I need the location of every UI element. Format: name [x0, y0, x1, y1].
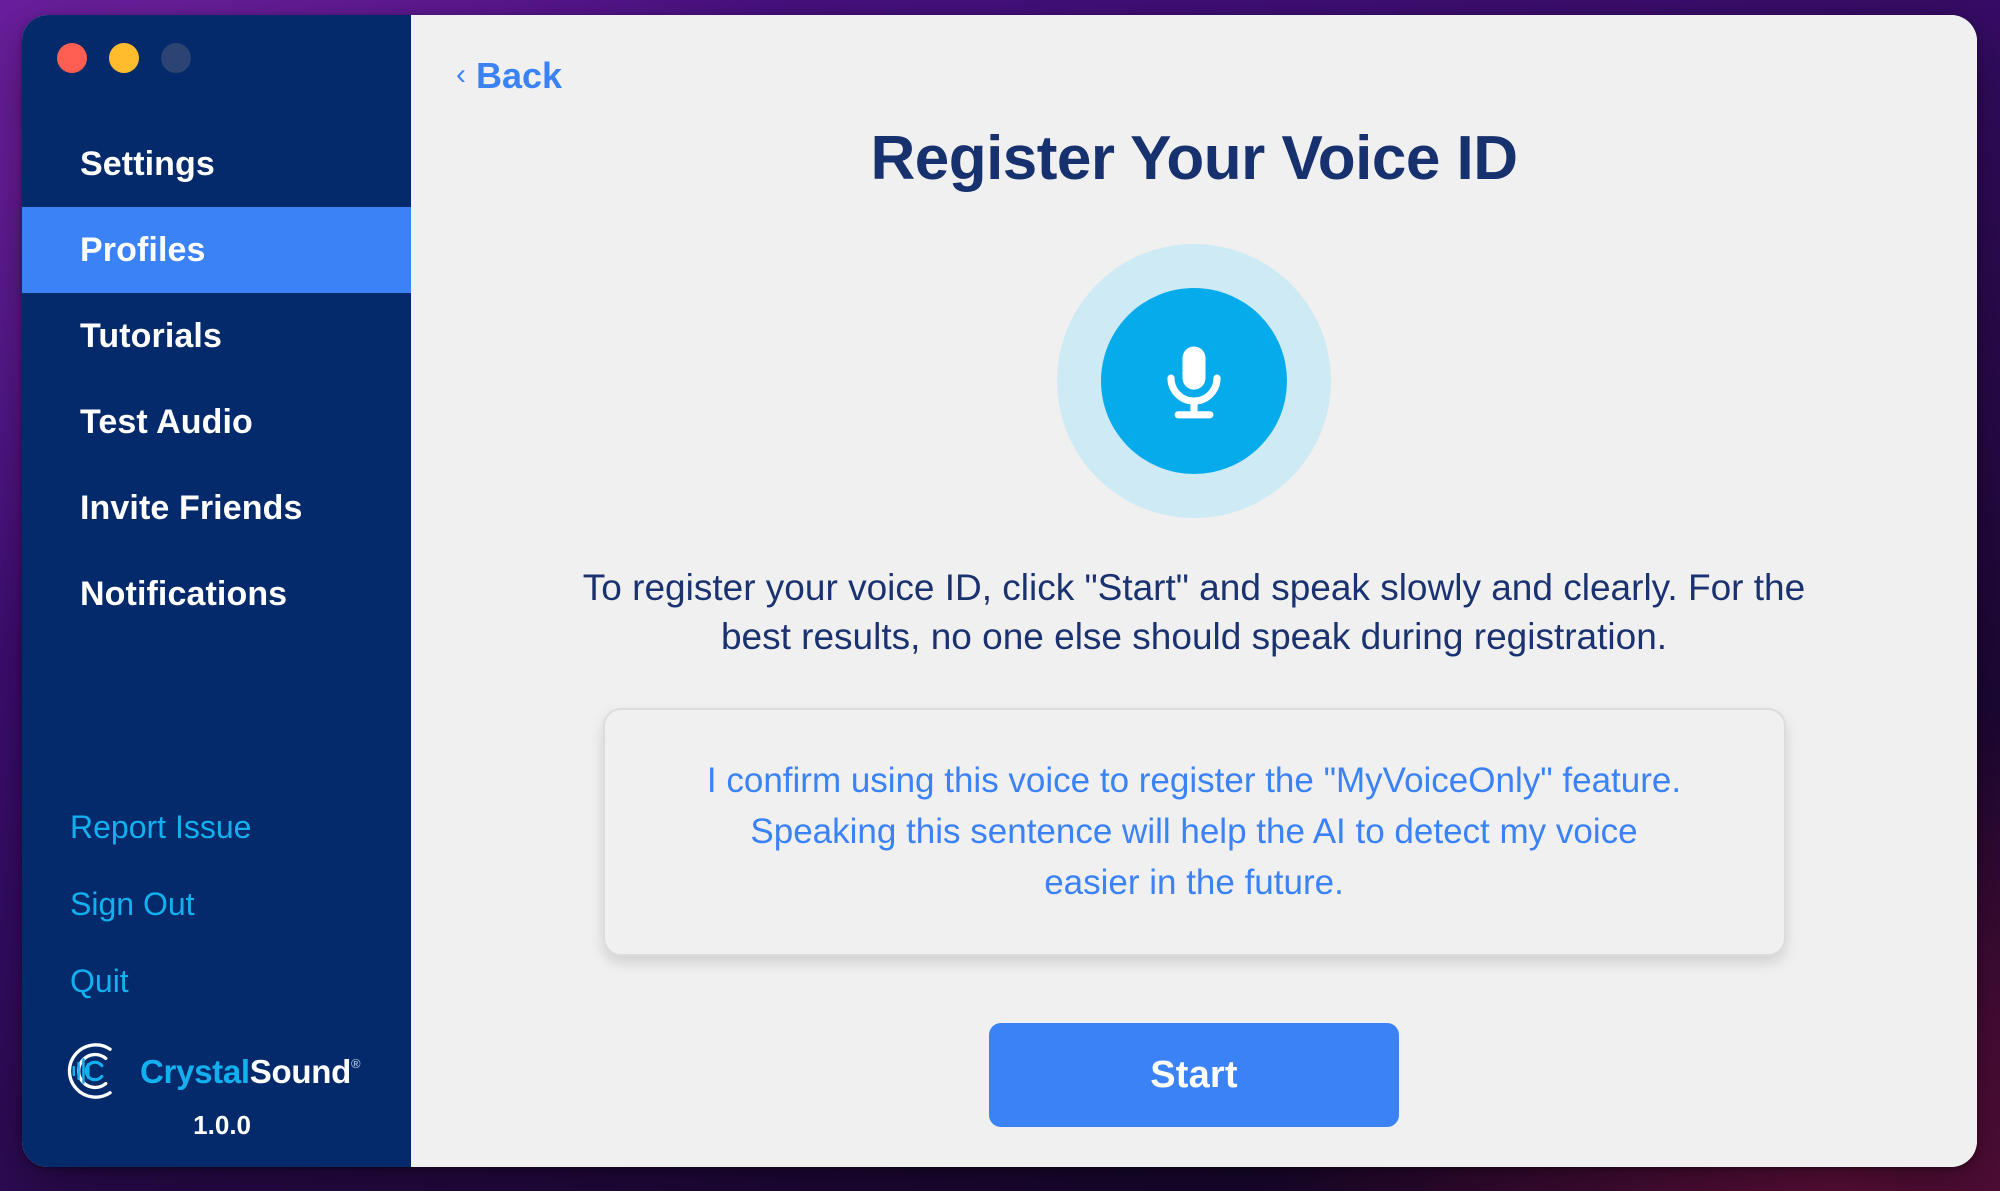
sidebar-item-tutorials[interactable]: Tutorials — [22, 293, 411, 379]
sidebar-link-label: Sign Out — [70, 886, 195, 922]
brand-row: Crystal Sound ® — [66, 1040, 411, 1102]
sidebar-nav: Settings Profiles Tutorials Test Audio I… — [22, 121, 411, 637]
soundwave-circle-icon — [66, 1040, 128, 1102]
instructions-text: To register your voice ID, click "Start"… — [582, 567, 1806, 658]
brand-name-crystal: Crystal — [140, 1052, 250, 1090]
sidebar-item-label: Settings — [80, 144, 215, 183]
sidebar-item-profiles[interactable]: Profiles — [22, 207, 411, 293]
sidebar-item-settings[interactable]: Settings — [22, 121, 411, 207]
back-button-label: Back — [476, 55, 563, 96]
confirmation-sentence-box: I confirm using this voice to register t… — [602, 708, 1786, 957]
sidebar-item-label: Invite Friends — [80, 488, 303, 527]
window-controls — [22, 15, 411, 73]
close-window-button[interactable] — [57, 43, 87, 73]
microphone-badge — [1057, 244, 1331, 518]
registered-trademark-icon: ® — [350, 1055, 361, 1071]
sidebar-link-sign-out[interactable]: Sign Out — [22, 866, 411, 943]
brand-name-sound: Sound — [249, 1052, 351, 1090]
app-window: Settings Profiles Tutorials Test Audio I… — [22, 15, 1977, 1167]
sidebar-item-notifications[interactable]: Notifications — [22, 551, 411, 637]
brand-name: Crystal Sound ® — [140, 1052, 361, 1090]
start-button[interactable]: Start — [989, 1023, 1399, 1128]
page-title: Register Your Voice ID — [870, 124, 1518, 193]
sidebar-item-test-audio[interactable]: Test Audio — [22, 379, 411, 465]
sidebar-item-label: Notifications — [80, 574, 288, 613]
sidebar-item-label: Test Audio — [80, 402, 253, 441]
microphone-circle — [1101, 288, 1287, 474]
sidebar-item-invite-friends[interactable]: Invite Friends — [22, 465, 411, 551]
app-version: 1.0.0 — [193, 1110, 251, 1140]
microphone-icon — [1148, 335, 1240, 427]
desktop-background: Settings Profiles Tutorials Test Audio I… — [0, 0, 2000, 1191]
minimize-window-button[interactable] — [109, 43, 139, 73]
brand-block: Crystal Sound ® 1.0.0 — [22, 1040, 411, 1167]
sidebar-link-label: Quit — [70, 963, 129, 999]
sidebar-item-label: Tutorials — [80, 316, 222, 355]
sidebar-footer-links: Report Issue Sign Out Quit — [22, 789, 411, 1040]
main-content: ‹ Back Register Your Voice ID To registe… — [411, 15, 1977, 1167]
sidebar-link-report-issue[interactable]: Report Issue — [22, 789, 411, 866]
sidebar: Settings Profiles Tutorials Test Audio I… — [22, 15, 411, 1167]
back-button[interactable]: ‹ Back — [456, 55, 562, 97]
chevron-left-icon: ‹ — [456, 57, 466, 91]
maximize-window-button[interactable] — [161, 43, 191, 73]
sidebar-link-label: Report Issue — [70, 809, 252, 845]
sidebar-item-label: Profiles — [80, 230, 206, 269]
confirmation-sentence-text: I confirm using this voice to register t… — [706, 761, 1682, 902]
sidebar-link-quit[interactable]: Quit — [22, 943, 411, 1020]
